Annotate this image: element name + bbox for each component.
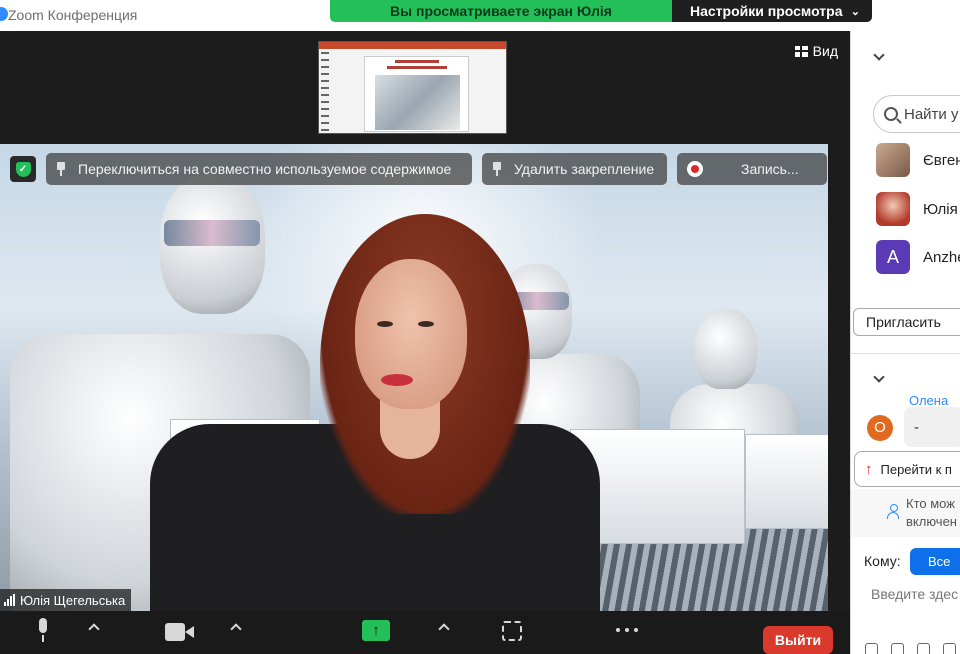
text-format-icon[interactable] (865, 643, 878, 654)
view-options-button[interactable]: Настройки просмотра ⌄ (672, 0, 872, 22)
record-icon (687, 161, 703, 177)
chat-sender-name: Олена (909, 393, 949, 408)
switch-to-shared-label: Переключиться на совместно используемое … (78, 161, 452, 177)
avatar (876, 192, 910, 226)
recording-indicator[interactable]: Запись... (677, 153, 827, 185)
participant-name: Євген (923, 151, 960, 169)
recording-label: Запись... (741, 161, 799, 177)
viewing-screen-label: Вы просматриваете экран Юлія Щегельська (330, 0, 672, 22)
grid-view-icon (794, 45, 808, 57)
chat-format-toolbar (865, 643, 956, 654)
encryption-shield[interactable]: ✓ (10, 156, 36, 182)
recipient-label: Кому: (864, 553, 901, 569)
view-button[interactable]: Вид (794, 43, 838, 59)
title-bar: Zoom Конференция Вы просматриваете экран… (0, 0, 960, 31)
meeting-stage: Вид ✓ Переключиться на совместно использ… (0, 31, 850, 611)
microphone-icon[interactable] (36, 618, 50, 642)
participant-item[interactable]: Євген (876, 143, 960, 177)
slide-subtitle-line (387, 66, 447, 69)
chat-permissions-notice: Кто мож включен (851, 489, 960, 537)
who-can-line2: включен (906, 514, 957, 529)
more-options-icon[interactable] (616, 628, 638, 632)
slide-image (375, 75, 460, 130)
avatar (876, 143, 910, 177)
divider (851, 353, 960, 354)
switch-to-shared-button[interactable]: Переключиться на совместно используемое … (46, 153, 472, 185)
search-icon (884, 107, 898, 121)
speaker-eye (377, 321, 393, 327)
unpin-button[interactable]: Удалить закрепление (482, 153, 667, 185)
chat-input[interactable]: Введите здес (871, 586, 958, 602)
avatar: A (876, 240, 910, 274)
participant-item[interactable]: Юлія (876, 192, 958, 226)
screen-share-banner: Вы просматриваете экран Юлія Щегельська … (330, 0, 872, 22)
chevron-down-icon[interactable] (873, 371, 885, 383)
chevron-down-icon[interactable] (873, 49, 885, 61)
search-placeholder: Найти у (904, 105, 959, 123)
who-can-line1: Кто мож (906, 496, 955, 511)
side-panel: Найти у Євген Юлія A Anzhe Пригласить Ол… (850, 31, 960, 654)
chevron-up-icon[interactable] (88, 623, 100, 635)
chevron-up-icon[interactable] (230, 623, 242, 635)
chat-message: - (904, 407, 960, 447)
permissions-text: Кто мож включен (906, 495, 957, 531)
slide-title-line (395, 60, 439, 63)
speaker-face (355, 259, 467, 409)
unpin-label: Удалить закрепление (514, 161, 655, 177)
thumb-sidebar (321, 52, 329, 132)
emoji-icon[interactable] (943, 643, 956, 654)
jump-label: Перейти к п (880, 461, 952, 477)
file-icon[interactable] (917, 643, 930, 654)
participant-item[interactable]: A Anzhe (876, 240, 960, 274)
jump-to-message-button[interactable]: ↑ Перейти к п (854, 451, 960, 487)
speaker-eye (418, 321, 434, 327)
speaker-video (0, 144, 828, 611)
screenshot-icon[interactable] (891, 643, 904, 654)
speaker-lips (381, 374, 413, 386)
window-title: Zoom Конференция (8, 7, 138, 23)
robot-visor (164, 220, 260, 246)
cardboard-box (745, 434, 828, 529)
speaker-name-tag: Юлія Щегельська (0, 589, 132, 611)
recipient-select[interactable]: Все (910, 548, 960, 575)
speaker-name: Юлія Щегельська (20, 592, 126, 608)
reactions-icon[interactable] (502, 621, 522, 641)
thumb-toolbar (319, 42, 506, 49)
view-label: Вид (812, 43, 838, 59)
participant-search-input[interactable]: Найти у (873, 95, 960, 133)
share-screen-icon[interactable]: ↑ (362, 620, 390, 641)
user-icon (887, 504, 899, 520)
chevron-down-icon: ⌄ (850, 6, 860, 18)
zoom-logo-icon (0, 7, 8, 21)
pin-icon (56, 162, 66, 176)
invite-button[interactable]: Пригласить (853, 308, 960, 336)
shared-screen-thumbnail[interactable] (318, 41, 507, 134)
leave-button[interactable]: Выйти (763, 626, 833, 654)
arrow-up-icon: ↑ (865, 460, 873, 478)
thumb-slide (364, 56, 469, 132)
participant-name: Anzhe (923, 248, 960, 266)
robot-head (695, 309, 757, 389)
camera-icon[interactable] (165, 623, 195, 641)
pin-icon (492, 162, 502, 176)
view-options-label: Настройки просмотра (690, 3, 843, 19)
participant-name: Юлія (923, 200, 958, 218)
chat-avatar: О (867, 415, 893, 441)
chevron-up-icon[interactable] (438, 623, 450, 635)
meeting-toolbar: ↑ Выйти (0, 611, 850, 654)
shield-check-icon: ✓ (15, 161, 31, 177)
signal-strength-icon (4, 594, 15, 606)
